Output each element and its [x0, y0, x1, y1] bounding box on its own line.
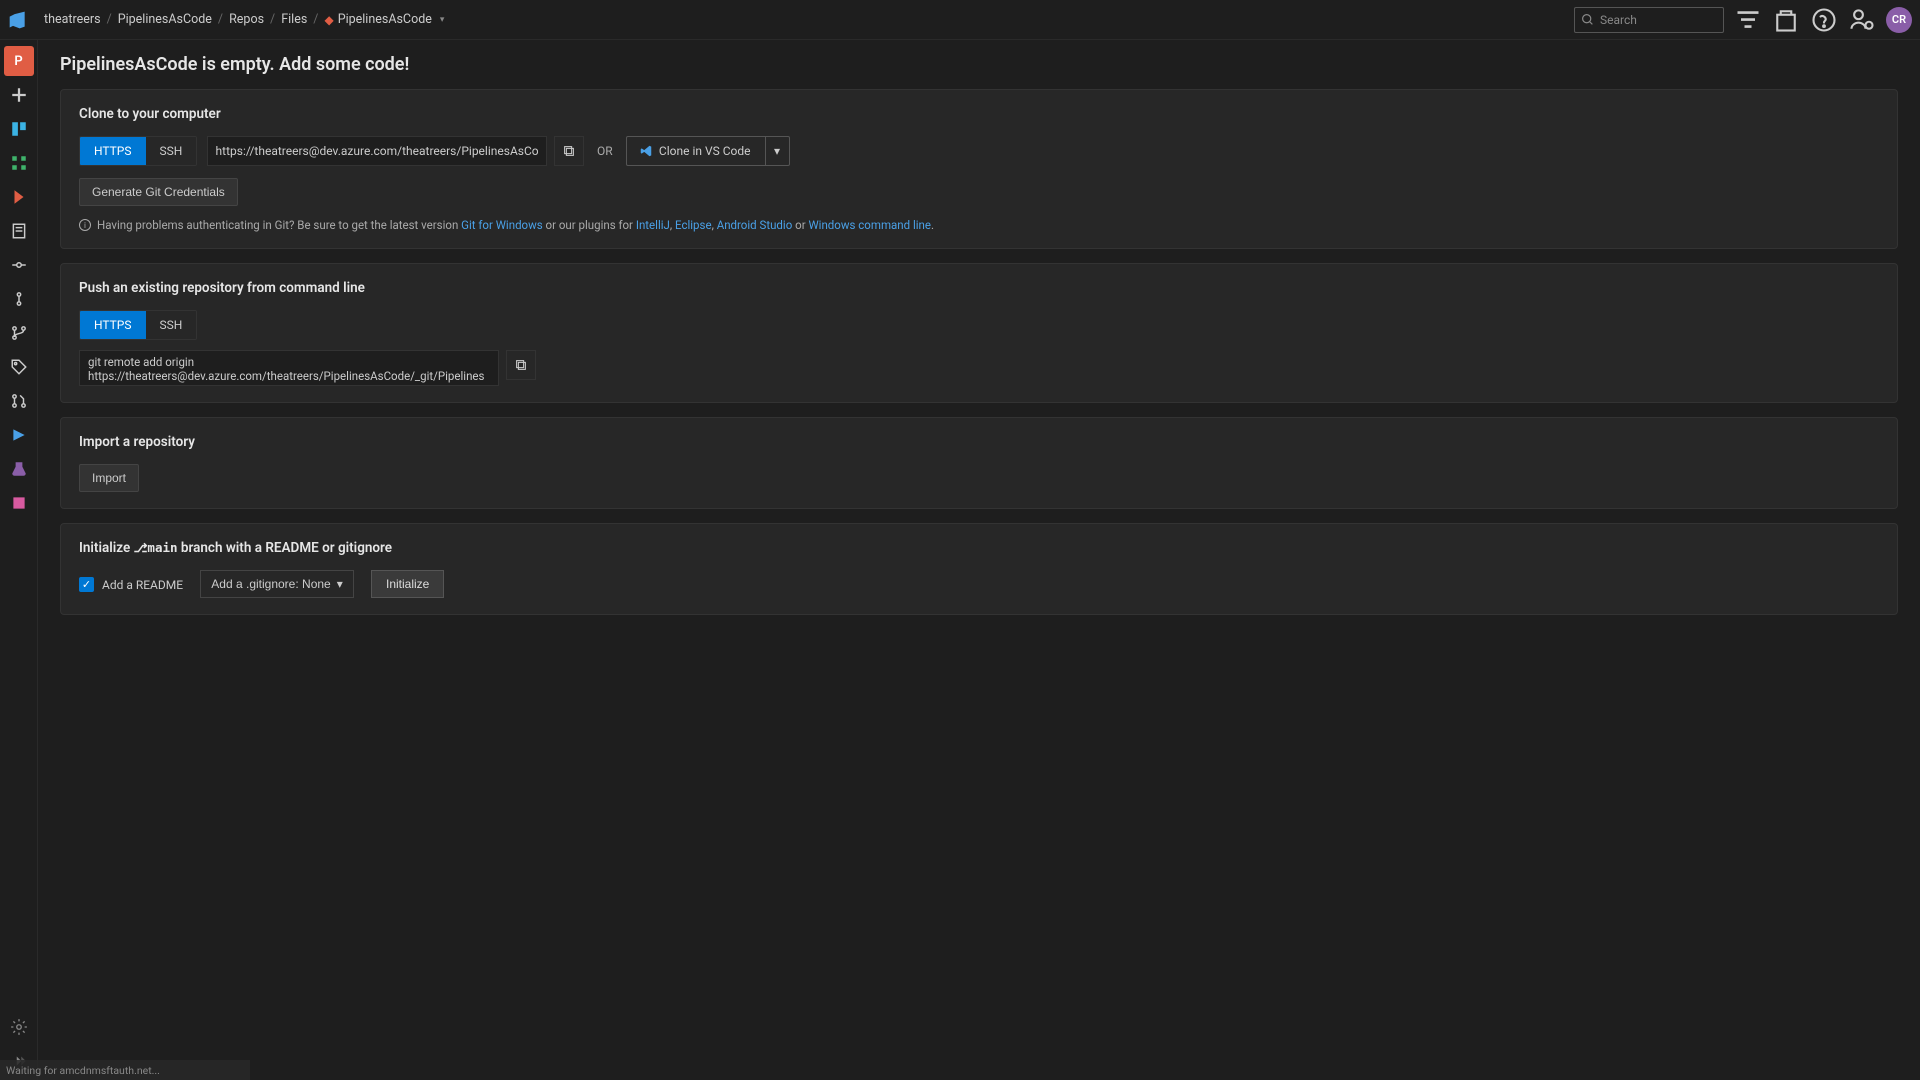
copy-url-button[interactable]: [554, 136, 584, 166]
link-git-for-windows[interactable]: Git for Windows: [461, 218, 543, 232]
sidebar-files-icon[interactable]: [4, 216, 34, 246]
sidebar-tags-icon[interactable]: [4, 352, 34, 382]
azure-devops-logo[interactable]: [8, 10, 28, 30]
clone-url-input[interactable]: [207, 136, 547, 166]
marketplace-icon[interactable]: [1772, 6, 1800, 34]
copy-commands-button[interactable]: [506, 350, 536, 380]
tab-https[interactable]: HTTPS: [80, 137, 146, 165]
clone-card: Clone to your computer HTTPS SSH OR Clon…: [60, 89, 1898, 249]
sidebar-commits-icon[interactable]: [4, 250, 34, 280]
chevron-down-icon[interactable]: ▾: [765, 137, 789, 165]
sidebar-settings-icon[interactable]: [4, 1012, 34, 1042]
push-commands-textarea[interactable]: [79, 350, 499, 386]
generate-credentials-button[interactable]: Generate Git Credentials: [79, 178, 238, 206]
info-icon: i: [79, 219, 91, 231]
link-windows-cmdline[interactable]: Windows command line: [808, 218, 931, 232]
initialize-button[interactable]: Initialize: [371, 570, 444, 598]
sidebar-repos-icon[interactable]: [4, 182, 34, 212]
git-icon: ◆: [324, 13, 333, 27]
avatar[interactable]: CR: [1886, 7, 1912, 33]
breadcrumb-project[interactable]: PipelinesAsCode: [112, 12, 218, 27]
sidebar-pullrequests-icon[interactable]: [4, 386, 34, 416]
breadcrumb-subsection[interactable]: Files: [275, 12, 313, 27]
tab-ssh[interactable]: SSH: [146, 311, 197, 339]
sidebar-testplans-icon[interactable]: [4, 454, 34, 484]
push-title: Push an existing repository from command…: [79, 280, 1879, 296]
branch-icon: ⎇: [134, 541, 148, 555]
main-content: PipelinesAsCode is empty. Add some code!…: [38, 40, 1920, 1080]
sidebar-pipelines-icon[interactable]: [4, 420, 34, 450]
sidebar-add-icon[interactable]: [4, 80, 34, 110]
top-bar: theatreers / PipelinesAsCode / Repos / F…: [0, 0, 1920, 40]
breadcrumb-org[interactable]: theatreers: [38, 12, 107, 27]
check-icon: ✓: [79, 577, 94, 592]
link-eclipse[interactable]: Eclipse: [675, 218, 712, 232]
link-android-studio[interactable]: Android Studio: [717, 218, 793, 232]
chevron-down-icon: ▾: [337, 577, 343, 591]
page-title: PipelinesAsCode is empty. Add some code!: [60, 54, 1898, 75]
or-label: OR: [597, 136, 613, 166]
gitignore-dropdown[interactable]: Add a .gitignore: None ▾: [200, 570, 353, 598]
sidebar-boards-icon[interactable]: [4, 114, 34, 144]
search-input[interactable]: Search: [1574, 7, 1724, 33]
breadcrumb: theatreers / PipelinesAsCode / Repos / F…: [38, 12, 450, 27]
clone-protocol-tabs: HTTPS SSH: [79, 136, 197, 166]
sidebar-project-icon[interactable]: P: [4, 46, 34, 76]
clone-title: Clone to your computer: [79, 106, 1879, 122]
left-sidebar: P: [0, 40, 38, 1080]
help-icon[interactable]: [1810, 6, 1838, 34]
push-protocol-tabs: HTTPS SSH: [79, 310, 197, 340]
status-bar: Waiting for amcdnmsftauth.net...: [0, 1060, 250, 1080]
init-title: Initialize ⎇main branch with a README or…: [79, 540, 1879, 556]
breadcrumb-section[interactable]: Repos: [223, 12, 270, 27]
link-intellij[interactable]: IntelliJ: [636, 218, 670, 232]
import-button[interactable]: Import: [79, 464, 139, 492]
tab-https[interactable]: HTTPS: [80, 311, 146, 339]
import-card: Import a repository Import: [60, 417, 1898, 509]
auth-help-text: i Having problems authenticating in Git?…: [79, 218, 1879, 232]
filter-icon[interactable]: [1734, 6, 1762, 34]
chevron-down-icon: ▾: [440, 15, 445, 25]
push-card: Push an existing repository from command…: [60, 263, 1898, 403]
user-settings-icon[interactable]: [1848, 6, 1876, 34]
init-card: Initialize ⎇main branch with a README or…: [60, 523, 1898, 615]
import-title: Import a repository: [79, 434, 1879, 450]
sidebar-pushes-icon[interactable]: [4, 284, 34, 314]
sidebar-artifacts-icon[interactable]: [4, 488, 34, 518]
clone-in-vscode-button[interactable]: Clone in VS Code ▾: [626, 136, 790, 166]
breadcrumb-repo[interactable]: ◆ PipelinesAsCode ▾: [318, 12, 450, 27]
sidebar-boards2-icon[interactable]: [4, 148, 34, 178]
add-readme-checkbox[interactable]: ✓ Add a README: [79, 577, 183, 592]
sidebar-branches-icon[interactable]: [4, 318, 34, 348]
tab-ssh[interactable]: SSH: [146, 137, 197, 165]
